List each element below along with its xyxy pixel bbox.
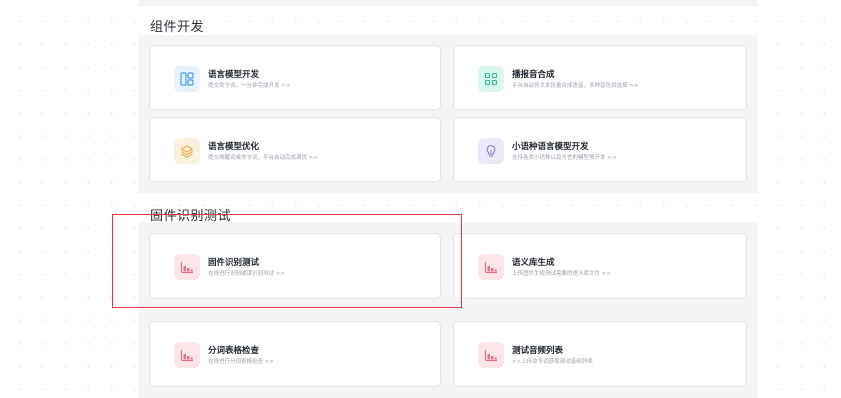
card-desc: 上传固件生成测试需要的语义库文件 >> <box>512 271 611 277</box>
card-desc: 提交命令词，一分钟完成开发 >> <box>208 83 291 89</box>
grid-icon <box>478 65 504 92</box>
card-desc: 平台自动将文本批量合成语音，多种音色供选择 >> <box>512 83 639 89</box>
bar-chart-icon <box>174 342 200 368</box>
card-title: 分词表格检查 <box>208 346 260 356</box>
component-dev-panel: 语言模型开发 提交命令词，一分钟完成开发 >> 播报音合成 平台自动将文本批量合… <box>138 35 758 193</box>
top-panel-edge <box>138 0 758 6</box>
card-title: 小语种语言模型开发 <box>512 142 589 152</box>
card-title: 语言模型优化 <box>208 142 260 152</box>
layers-icon <box>174 137 200 164</box>
card-title: 语义库生成 <box>512 258 555 268</box>
card-language-model-dev[interactable]: 语言模型开发 提交命令词，一分钟完成开发 >> <box>149 45 441 110</box>
card-desc: 提交唤醒词或命令词，平台自动完成调优 >> <box>208 155 318 161</box>
card-word-table-check[interactable]: 分词表格检查 在线进行分词表格检查 >> <box>149 321 441 387</box>
card-title: 播报音合成 <box>512 70 555 80</box>
card-minor-language-model[interactable]: 小语种语言模型开发 支持各类小语种以及方言的模型预开发 >> <box>453 117 747 182</box>
card-tts-synthesis[interactable]: 播报音合成 平台自动将文本批量合成语音，多种音色供选择 >> <box>453 45 747 110</box>
lightbulb-icon <box>478 137 504 164</box>
card-desc: 在线进行分词表格检查 >> <box>208 359 274 365</box>
card-test-audio-list[interactable]: 测试音频列表 >>上传命令词获取测试音频列表 <box>453 321 747 387</box>
card-desc: 支持各类小语种以及方言的模型预开发 >> <box>512 155 617 161</box>
card-title: 测试音频列表 <box>512 346 564 356</box>
layout-icon <box>174 65 200 92</box>
card-desc: >>上传命令词获取测试音频列表 <box>512 359 593 365</box>
section-title-component-dev: 组件开发 <box>150 20 205 35</box>
highlight-box <box>112 214 462 308</box>
bar-chart-icon <box>478 342 504 368</box>
card-language-model-optimize[interactable]: 语言模型优化 提交唤醒词或命令词，平台自动完成调优 >> <box>149 117 441 182</box>
card-title: 语言模型开发 <box>208 70 260 80</box>
card-semantic-library[interactable]: 语义库生成 上传固件生成测试需要的语义库文件 >> <box>453 233 747 299</box>
bar-chart-icon <box>478 254 504 280</box>
